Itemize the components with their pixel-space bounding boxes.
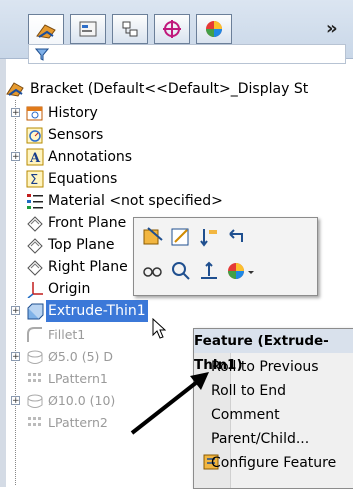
tree-item-material[interactable]: Material <not specified>	[0, 190, 353, 212]
rollback-icon[interactable]	[198, 226, 220, 248]
plane-icon	[27, 216, 43, 232]
annotations-icon: A	[26, 148, 44, 166]
hole-icon	[27, 350, 43, 364]
tree-item-label: Sensors	[48, 127, 104, 143]
tree-item-equations[interactable]: Σ Equations	[0, 168, 353, 190]
hole-icon	[27, 394, 43, 408]
menu-item-roll-to-end[interactable]: Roll to End	[211, 379, 286, 403]
property-manager-icon	[79, 21, 97, 37]
normal-to-icon[interactable]	[198, 260, 220, 282]
edit-sketch-icon[interactable]	[170, 226, 192, 248]
tree-filter-field[interactable]	[28, 44, 346, 64]
tree-item-annotations[interactable]: + A Annotations	[0, 146, 353, 168]
svg-text:Σ: Σ	[30, 173, 38, 188]
tree-item-label: Fillet1	[48, 327, 86, 342]
tree-root-label: Bracket (Default<<Default>_Display St	[30, 81, 309, 97]
tree-root[interactable]: Bracket (Default<<Default>_Display St	[0, 78, 353, 100]
material-icon	[27, 194, 43, 209]
menu-item-roll-to-previous[interactable]: Roll to Previous	[211, 355, 319, 379]
plane-icon	[27, 260, 43, 276]
filter-icon	[35, 48, 49, 61]
tree-item-label: Origin	[48, 281, 91, 297]
feature-context-menu: Feature (Extrude-Thin1) Roll to Previous…	[193, 328, 353, 489]
menu-item-label: Roll to Previous	[211, 359, 319, 375]
feature-tree-icon	[36, 23, 56, 39]
feature-manager-panel: » Bracket (Default<<Default>_Display St …	[0, 0, 353, 489]
menu-item-comment[interactable]: Comment	[211, 403, 280, 427]
tree-item-label: History	[48, 105, 98, 121]
tree-item-label: LPattern1	[48, 371, 108, 386]
property-manager-tab[interactable]	[70, 14, 106, 44]
tree-item-label: Ø10.0 (10)	[48, 393, 116, 408]
expand-toggle[interactable]: +	[11, 352, 20, 362]
history-icon	[26, 106, 43, 121]
expand-toggle[interactable]: +	[11, 396, 20, 406]
menu-item-label: Configure Feature	[211, 455, 337, 471]
tree-item-label: Top Plane	[48, 237, 115, 253]
tree-item-label: Extrude-Thin1	[46, 300, 148, 322]
tree-item-label: Annotations	[48, 149, 133, 165]
fillet-icon	[27, 327, 42, 342]
tree-item-label: Equations	[48, 171, 118, 187]
manager-tabstrip: »	[28, 8, 346, 46]
tree-item-label: LPattern2	[48, 415, 108, 430]
expand-toggle[interactable]: +	[11, 306, 20, 316]
expand-toggle[interactable]: +	[11, 108, 20, 118]
dimxpert-icon	[163, 20, 181, 38]
context-toolbar	[133, 217, 318, 296]
tree-item-extrude-thin1[interactable]: + Extrude-Thin1	[0, 300, 353, 322]
pattern-icon	[28, 417, 41, 426]
tree-item-label: Front Plane	[48, 215, 127, 231]
menu-item-label: Comment	[211, 407, 280, 423]
menu-item-parent-child[interactable]: Parent/Child...	[211, 427, 309, 451]
extrude-icon	[27, 303, 44, 320]
dimxpert-manager-tab[interactable]	[154, 14, 190, 44]
menu-item-label: Parent/Child...	[211, 431, 310, 447]
mouse-cursor-icon	[152, 318, 166, 339]
tree-item-label: Material <not specified>	[48, 193, 223, 209]
part-icon	[6, 82, 24, 97]
configuration-manager-icon	[122, 21, 138, 37]
tree-item-label: Ø5.0 (5) D	[48, 349, 113, 364]
menu-item-configure-feature[interactable]: Configure Feature	[211, 451, 336, 475]
hide-show-icon[interactable]	[142, 260, 164, 282]
menu-item-label: Roll to End	[211, 383, 287, 399]
back-arrow-icon[interactable]	[226, 226, 248, 248]
zoom-to-selection-icon[interactable]	[170, 260, 192, 282]
edit-feature-icon[interactable]	[142, 226, 164, 248]
tree-item-sensors[interactable]: Sensors	[0, 124, 353, 146]
plane-icon	[27, 238, 43, 254]
manager-tabs-bar: »	[0, 0, 353, 64]
display-manager-icon	[206, 21, 222, 37]
origin-icon	[27, 282, 43, 298]
pattern-icon	[28, 373, 41, 382]
equations-icon: Σ	[26, 170, 44, 188]
expand-toggle[interactable]: +	[11, 152, 20, 162]
sensors-icon	[26, 127, 43, 144]
tree-item-history[interactable]: + History	[0, 102, 353, 124]
tree-item-label: Right Plane	[48, 259, 128, 275]
tabs-overflow-chevron[interactable]: »	[326, 18, 338, 39]
configuration-manager-tab[interactable]	[112, 14, 148, 44]
svg-text:A: A	[29, 151, 41, 166]
feature-manager-tab[interactable]	[28, 14, 64, 46]
appearance-icon[interactable]	[226, 260, 256, 282]
context-menu-header: Feature (Extrude-Thin1)	[194, 329, 353, 373]
display-manager-tab[interactable]	[196, 14, 232, 44]
